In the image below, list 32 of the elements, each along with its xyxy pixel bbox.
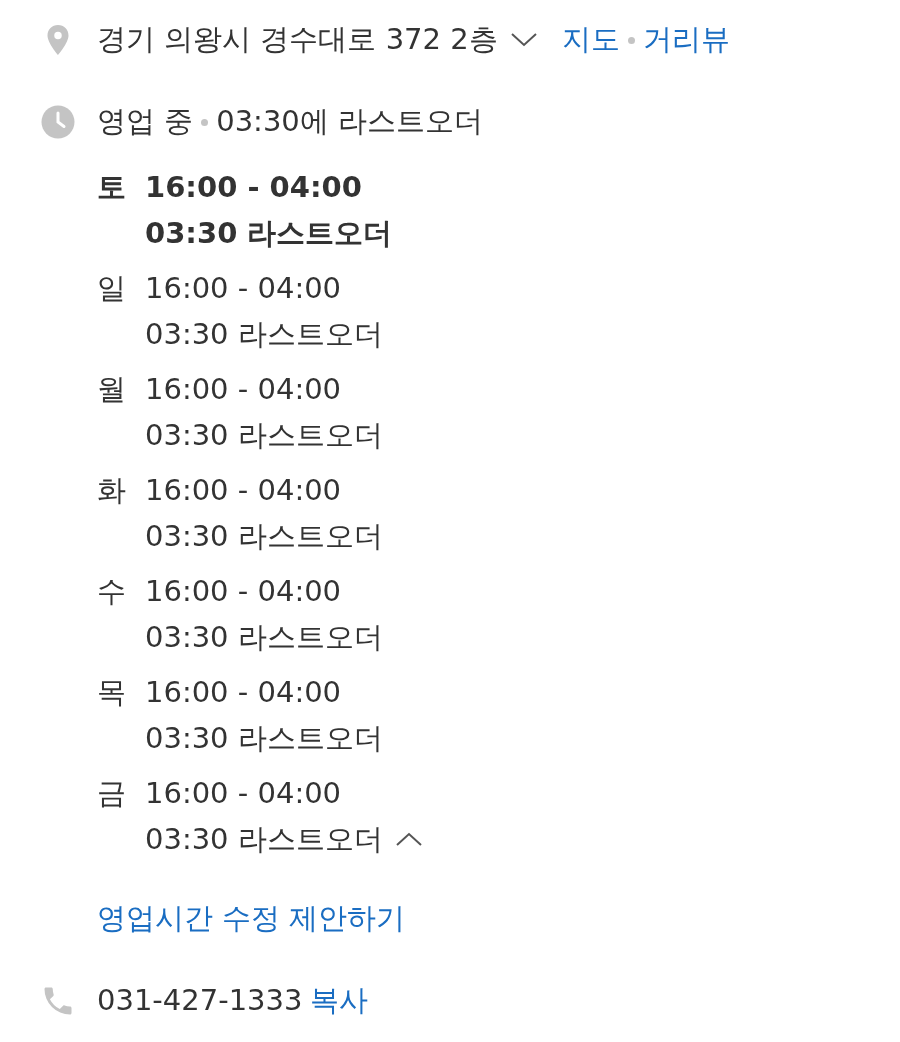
clock-icon bbox=[40, 104, 76, 140]
suggest-hours-link[interactable]: 영업시간 수정 제안하기 bbox=[97, 897, 406, 941]
opening-hours: 16:00 - 04:00 bbox=[145, 472, 343, 509]
chevron-down-icon[interactable] bbox=[509, 32, 538, 48]
day-label: 일 bbox=[97, 270, 127, 307]
map-link[interactable]: 거리뷰 bbox=[642, 18, 730, 62]
day-label: 화 bbox=[97, 472, 127, 509]
opening-hours: 16:00 - 04:00 bbox=[145, 674, 343, 711]
last-order-time: 03:30 라스트오더 bbox=[145, 821, 383, 858]
opening-hours: 16:00 - 04:00 bbox=[145, 371, 343, 408]
last-order-time: 03:30 라스트오더 bbox=[145, 619, 383, 656]
last-order-time: 03:30 라스트오더 bbox=[145, 518, 383, 555]
map-link[interactable]: 지도 bbox=[561, 18, 620, 62]
opening-hours: 16:00 - 04:00 bbox=[145, 775, 343, 812]
opening-hours: 16:00 - 04:00 bbox=[145, 573, 343, 610]
last-order-time: 03:30 라스트오더 bbox=[145, 720, 383, 757]
day-label: 금 bbox=[97, 775, 127, 812]
day-label: 월 bbox=[97, 371, 127, 408]
last-order-time: 03:30 라스트오더 bbox=[145, 215, 393, 252]
day-label: 목 bbox=[97, 674, 127, 711]
copy-link[interactable]: 복사 bbox=[310, 979, 369, 1023]
chevron-up-icon[interactable] bbox=[394, 831, 423, 847]
open-status: 영업 중 bbox=[97, 103, 194, 141]
opening-hours: 16:00 - 04:00 bbox=[145, 270, 343, 307]
opening-hours: 16:00 - 04:00 bbox=[145, 169, 363, 206]
phone-number: 031-427-1333 bbox=[97, 982, 303, 1020]
last-order-note: 03:30에 라스트오더 bbox=[216, 103, 483, 141]
address-text: 경기 의왕시 경수대로 372 2층 bbox=[97, 21, 498, 59]
day-label: 수 bbox=[97, 573, 127, 610]
last-order-time: 03:30 라스트오더 bbox=[145, 417, 383, 454]
day-label: 토 bbox=[97, 169, 127, 206]
last-order-time: 03:30 라스트오더 bbox=[145, 316, 383, 353]
